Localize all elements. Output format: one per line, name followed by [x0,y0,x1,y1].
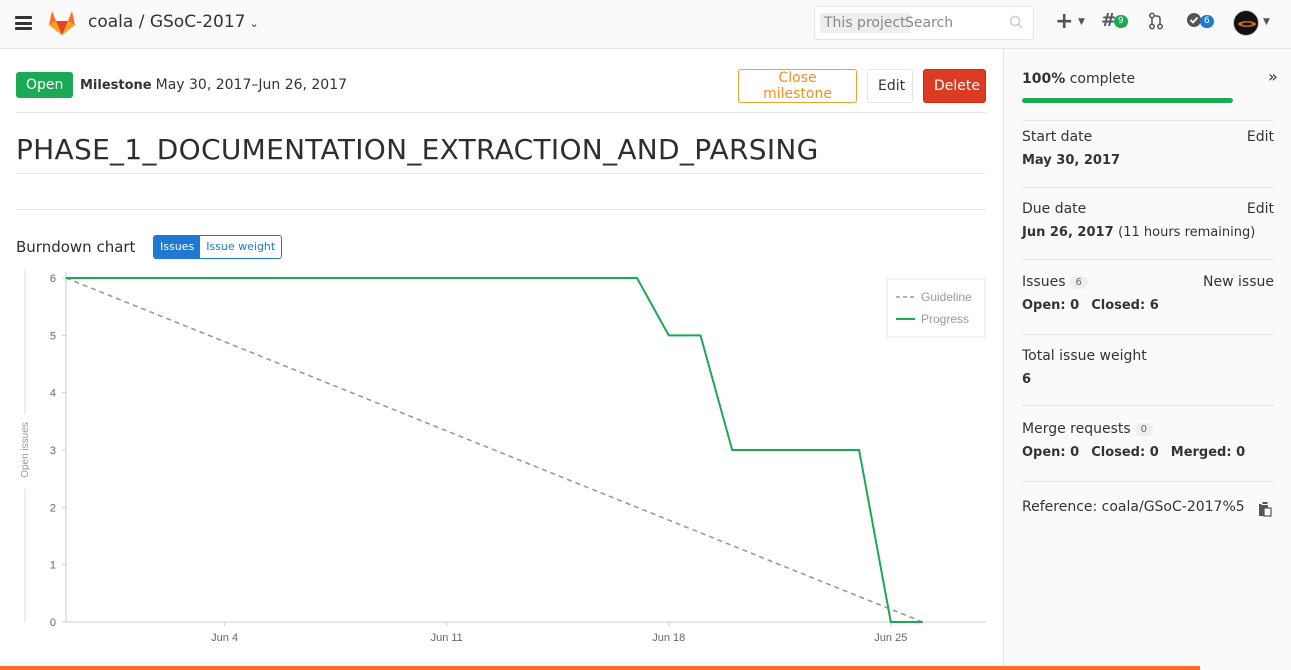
sidebar-due-date: Due date Edit Jun 26, 2017 (11 hours rem… [1022,201,1274,260]
legend-label-progress: Progress [921,312,969,326]
y-tick-label: 5 [50,330,56,342]
mr-open[interactable]: Open: 0 [1022,445,1079,460]
due-date-label: Due date [1022,201,1087,217]
sidebar-progress-block: 100% complete » [1022,67,1278,121]
due-date-value: Jun 26, 2017 (11 hours remaining) [1022,225,1274,240]
x-tick-label: Jun 18 [652,632,685,644]
sidebar-start-date: Start date Edit May 30, 2017 [1022,129,1274,188]
y-tick-label: 3 [50,445,56,457]
weight-value: 6 [1022,372,1032,387]
divider [16,112,986,113]
chevron-down-icon: ⌄ [249,17,259,30]
sidebar-issues: Issues 6 New issue Open: 0 Closed: 6 [1022,274,1274,335]
chevron-down-icon[interactable]: ▼ [1263,17,1270,27]
x-tick-label: Jun 4 [211,632,238,644]
milestone-sidebar: 100% complete » Start date Edit May 30, … [1003,49,1291,670]
chart-legend [886,278,986,338]
burndown-toggle: Issues Issue weight [153,235,283,259]
x-tick-label: Jun 25 [874,632,907,644]
search-icon [1009,15,1023,29]
mr-count-badge: 0 [1134,422,1154,436]
edit-milestone-button[interactable]: Edit [867,69,913,103]
y-tick-label: 0 [50,617,56,629]
sidebar-merge-requests: Merge requests 0 Open: 0 Closed: 0 Merged: … [1022,421,1274,482]
issues-open[interactable]: Open: 0 [1022,298,1079,313]
mr-label: Merge requests 0 [1022,421,1274,437]
y-tick-label: 1 [50,560,56,572]
todos-count-badge: 6 [1200,15,1214,28]
copy-icon[interactable] [1258,501,1272,517]
progress-text: complete [1069,71,1136,87]
y-tick-label: 4 [50,388,56,400]
start-date-value: May 30, 2017 [1022,153,1121,168]
issues-stats: Open: 0 Closed: 6 [1022,298,1274,313]
milestone-date-range: May 30, 2017–Jun 26, 2017 [155,77,348,93]
issues-label-text: Issues [1022,274,1066,290]
weight-label: Total issue weight [1022,348,1147,364]
toggle-issues-button[interactable]: Issues [154,236,201,258]
milestone-label: Milestone [80,78,152,93]
sidebar-weight: Total issue weight 6 [1022,348,1274,406]
mr-closed[interactable]: Closed: 0 [1091,445,1159,460]
legend-label-guideline: Guideline [921,290,972,304]
edit-start-date-link[interactable]: Edit [1247,129,1274,145]
collapse-sidebar-icon[interactable]: » [1268,67,1278,86]
start-date-label: Start date [1022,129,1093,145]
mr-label-text: Merge requests [1022,421,1131,437]
progress-percent: 100% [1022,71,1066,87]
issues-count-badge: 9 [1114,15,1128,28]
user-avatar[interactable] [1233,10,1259,36]
milestone-main: Open Milestone May 30, 2017–Jun 26, 2017 … [0,49,1003,670]
progress-label: 100% complete [1022,71,1274,87]
y-axis-title: Open issues [20,422,31,478]
mr-stats: Open: 0 Closed: 0 Merged: 0 [1022,445,1274,460]
chevron-down-icon[interactable]: ▼ [1078,17,1085,27]
sidebar-reference: Reference: coala/GSoC-2017%5 [1022,499,1274,523]
search-scope-label: This project [820,13,910,33]
close-milestone-button[interactable]: Close milestone [738,69,857,103]
reference-text: Reference: coala/GSoC-2017%5 [1022,499,1245,515]
burndown-title: Burndown chart [16,238,136,256]
gitlab-logo[interactable] [48,9,76,36]
burndown-chart: Open issues 0 1 2 3 4 5 6 Jun 4 Jun 11 Jun 18 Jun 2… [20,269,986,644]
issues-closed[interactable]: Closed: 6 [1091,298,1159,313]
page-title: PHASE_1_DOCUMENTATION_EXTRACTION_AND_PAR… [16,133,819,166]
due-date-remaining: (11 hours remaining) [1118,225,1256,240]
edit-due-date-link[interactable]: Edit [1247,201,1274,217]
y-tick-label: 2 [50,502,56,514]
search-box: This project [814,6,1034,40]
loading-bar [0,666,1200,670]
due-date-text: Jun 26, 2017 [1022,225,1114,240]
delete-milestone-button[interactable]: Delete [923,69,986,103]
merge-request-icon[interactable] [1148,12,1164,30]
breadcrumb-text: coala / GSoC-2017 [88,12,246,32]
status-badge: Open [16,72,74,98]
project-breadcrumb[interactable]: coala / GSoC-2017 ⌄ [88,12,259,32]
milestone-header-info: Milestone May 30, 2017–Jun 26, 2017 [80,77,347,93]
plus-icon[interactable]: + [1055,9,1073,34]
new-issue-link[interactable]: New issue [1203,274,1274,290]
progress-bar [1022,98,1233,103]
x-tick-label: Jun 11 [431,632,463,644]
search-input[interactable] [905,15,1005,31]
toggle-issue-weight-button[interactable]: Issue weight [200,236,281,258]
y-tick-label: 6 [50,273,56,285]
top-navbar: coala / GSoC-2017⌄ This project + ▼ # 9 … [0,0,1291,49]
hamburger-icon[interactable] [15,16,32,30]
divider [16,209,986,210]
issues-count-badge: 6 [1069,275,1088,289]
mr-merged[interactable]: Merged: 0 [1171,445,1245,460]
divider [16,173,986,174]
progress-bar-fill [1022,98,1233,103]
